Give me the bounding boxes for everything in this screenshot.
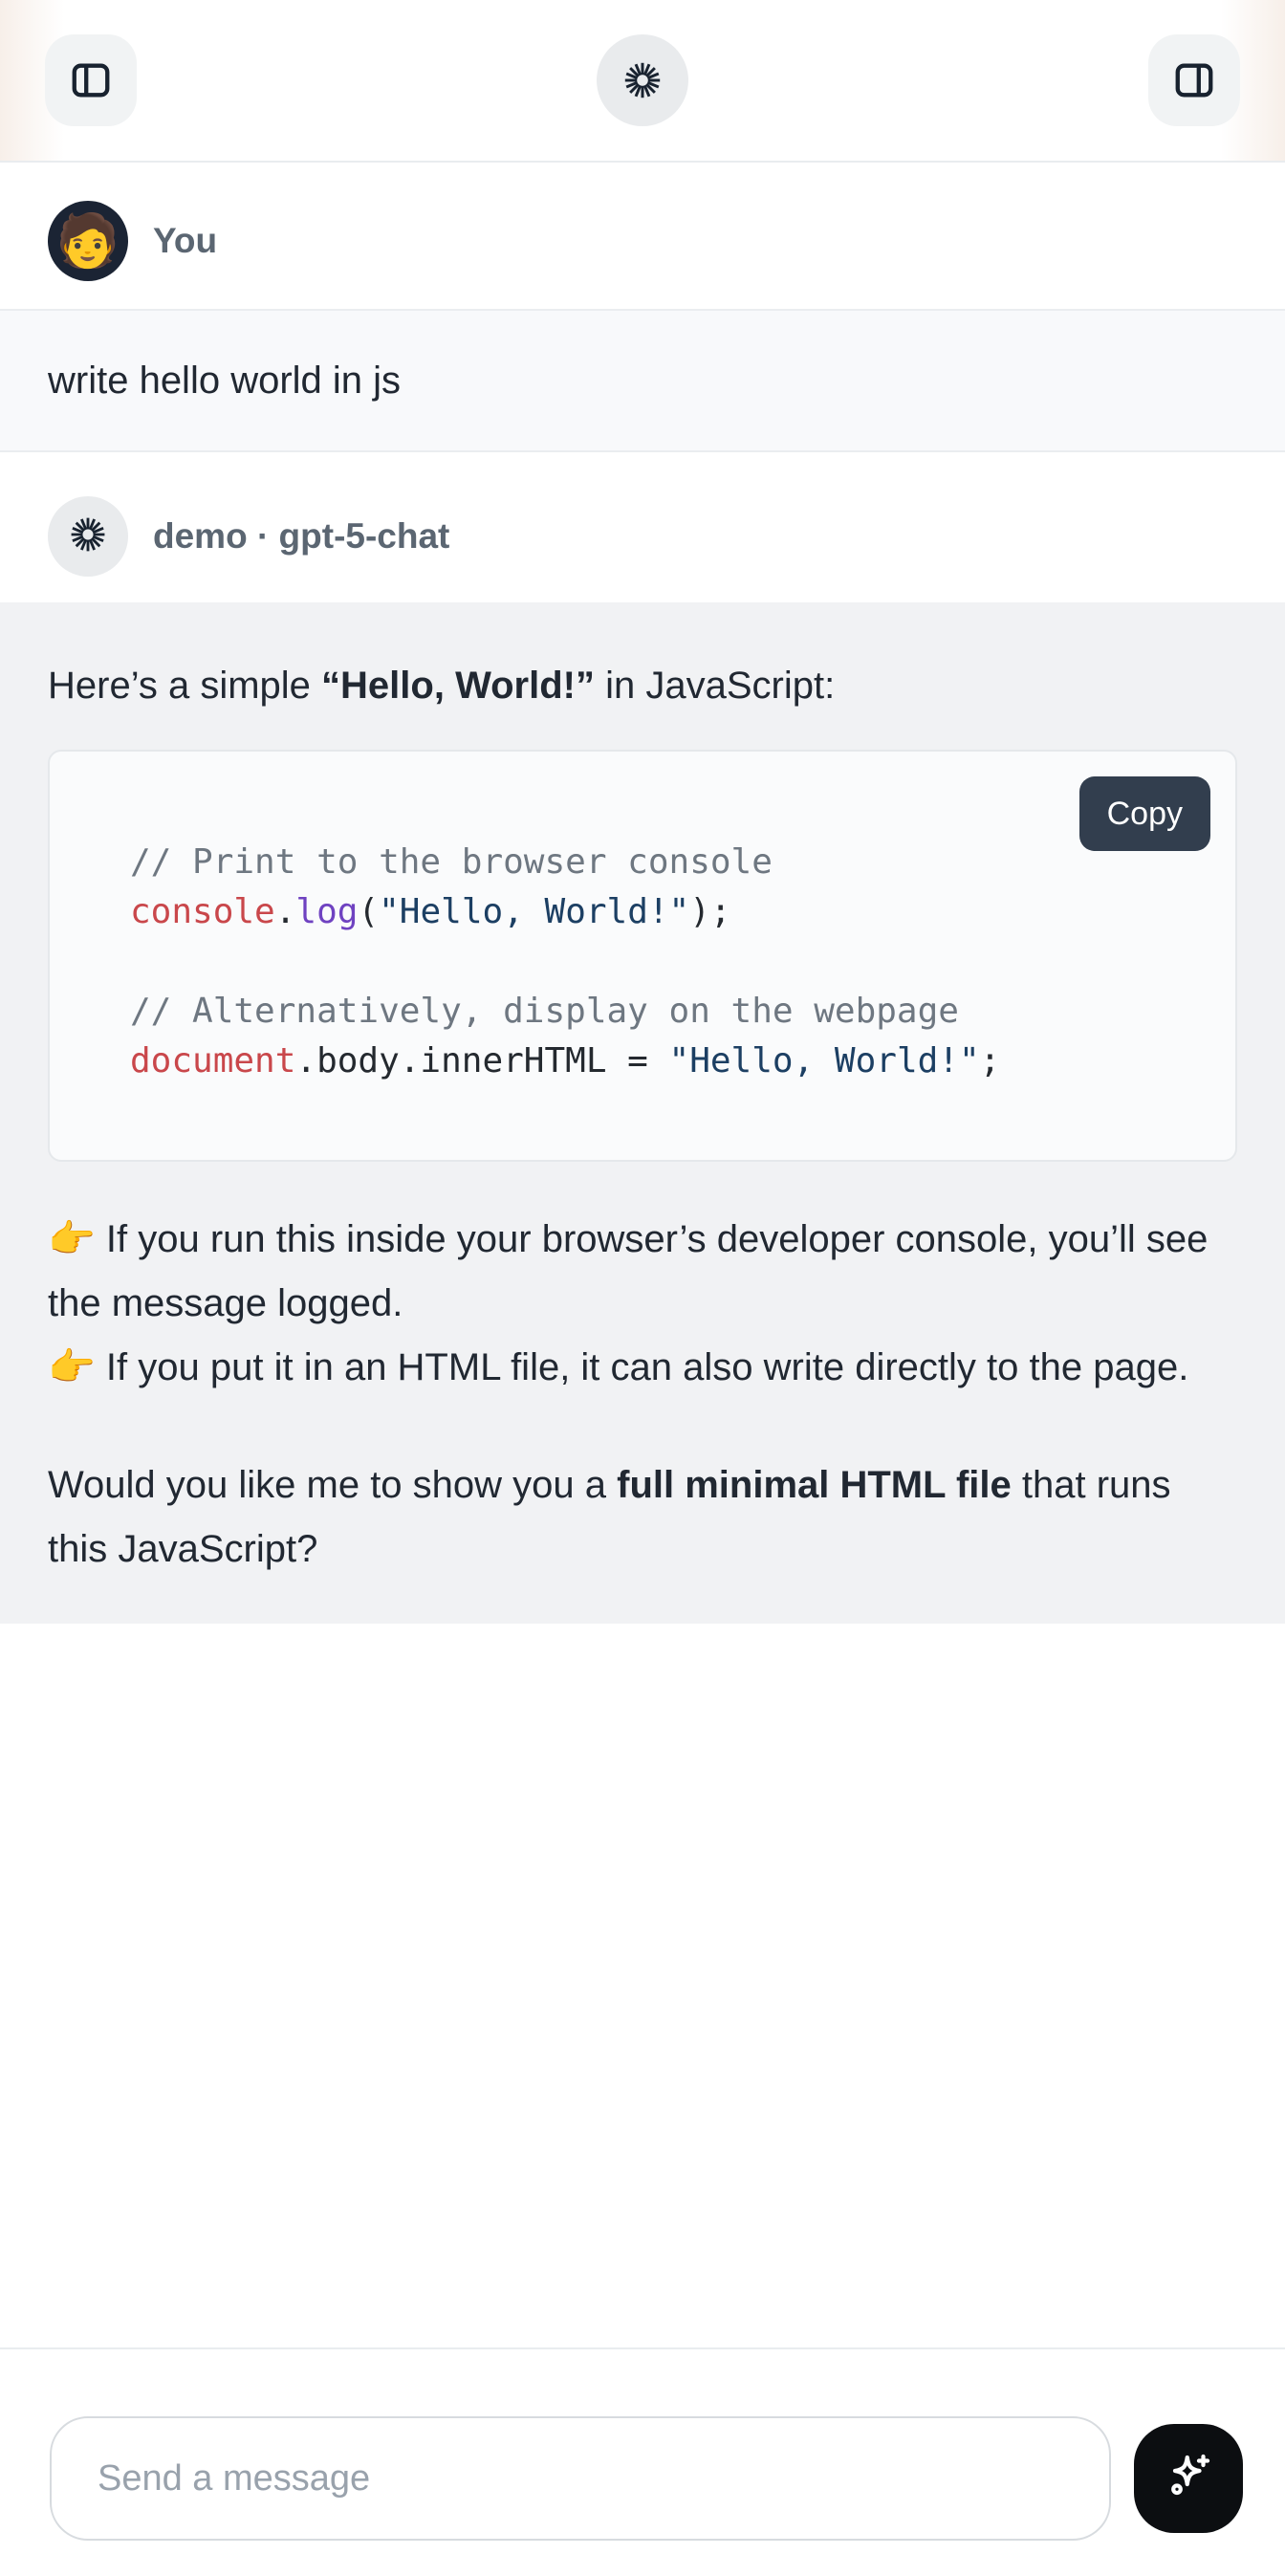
message-input[interactable] (50, 2416, 1111, 2541)
assistant-avatar (48, 496, 128, 577)
assistant-sender-name: demo · gpt-5-chat (153, 516, 449, 557)
user-sender-name: You (153, 221, 217, 261)
code-block: Copy // Print to the browser console con… (48, 750, 1237, 1162)
top-bar (0, 0, 1285, 163)
panel-right-toggle-button[interactable] (1148, 34, 1240, 126)
user-sender-row: 🧑 You (0, 201, 1285, 281)
chat-app: 🧑 You write hello world in js (0, 0, 1285, 2576)
assistant-sender-row: demo · gpt-5-chat (0, 496, 1285, 577)
composer (0, 2347, 1285, 2576)
assistant-tips-text: 👉 If you run this inside your browser’s … (48, 1208, 1237, 1400)
person-emoji-icon: 🧑 (55, 215, 120, 267)
send-button[interactable] (1134, 2424, 1243, 2533)
user-avatar: 🧑 (48, 201, 128, 281)
user-message-text: write hello world in js (48, 349, 1237, 412)
assistant-intro-text: Here’s a simple “Hello, World!” in JavaS… (48, 654, 1237, 717)
user-message: write hello world in js (0, 309, 1285, 452)
assistant-followup-question: Would you like me to show you a full min… (48, 1453, 1237, 1582)
model-button[interactable] (597, 34, 688, 126)
sidebar-left-icon (69, 58, 113, 102)
chat-empty-space (0, 1624, 1285, 2347)
assistant-message: Here’s a simple “Hello, World!” in JavaS… (0, 602, 1285, 1624)
copy-button[interactable]: Copy (1079, 776, 1210, 851)
sidebar-toggle-button[interactable] (45, 34, 137, 126)
starburst-avatar-icon (67, 513, 109, 560)
sparkle-plus-icon (1160, 2449, 1217, 2509)
starburst-model-icon (621, 58, 664, 102)
code-content: // Print to the browser console console.… (50, 752, 1235, 1160)
sidebar-right-icon (1172, 58, 1216, 102)
